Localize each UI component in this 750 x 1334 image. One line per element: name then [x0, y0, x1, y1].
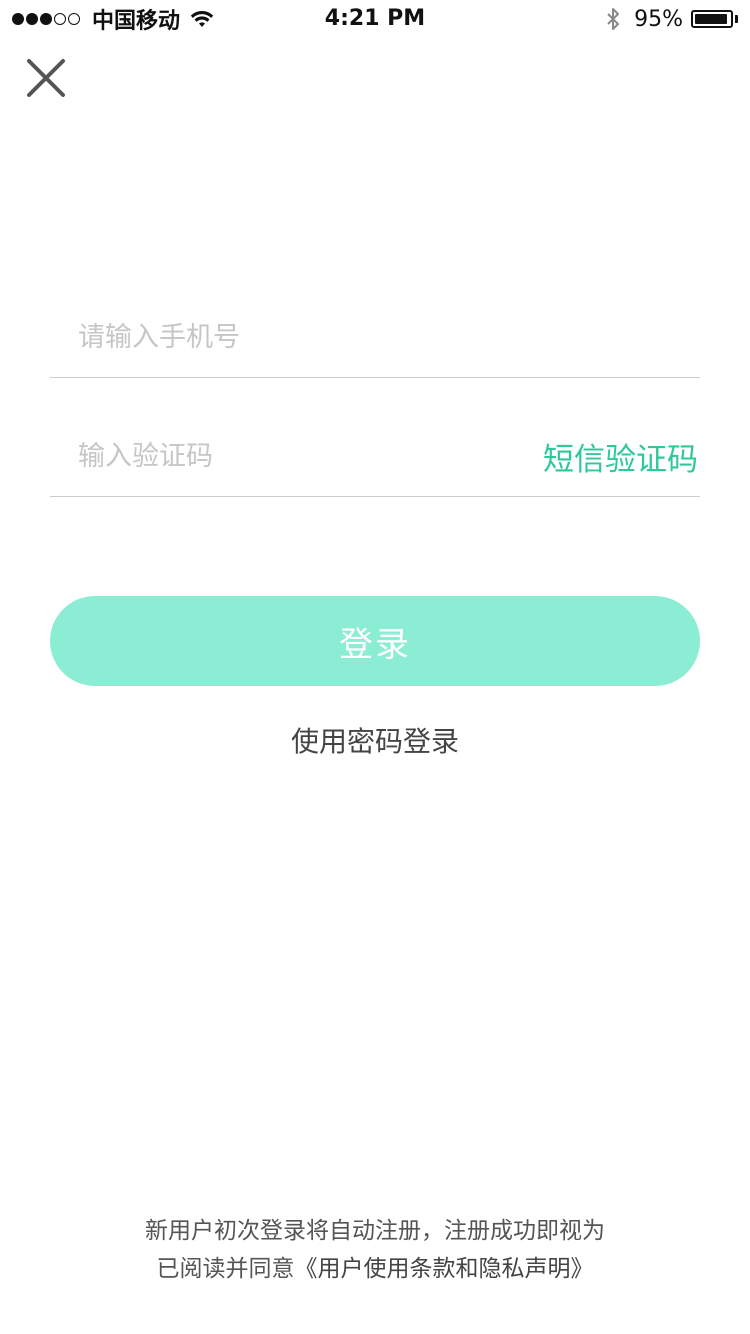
agreement-line-1: 新用户初次登录将自动注册，注册成功即视为: [145, 1218, 605, 1244]
password-login-link[interactable]: 使用密码登录: [0, 720, 750, 760]
battery-percent: 95%: [634, 6, 683, 32]
bluetooth-icon: [607, 8, 620, 30]
phone-field-row: [50, 297, 700, 378]
close-icon: [27, 59, 65, 97]
phone-input[interactable]: [50, 307, 700, 367]
status-bar-right: 95%: [606, 5, 738, 33]
terms-link[interactable]: 《用户使用条款和隐私声明》: [295, 1256, 594, 1282]
login-button[interactable]: 登录: [50, 596, 700, 686]
battery-icon: [691, 10, 733, 28]
battery-fill: [695, 14, 728, 24]
code-field-row: 短信验证码: [50, 416, 700, 497]
agreement-line-2: 已阅读并同意《用户使用条款和隐私声明》: [0, 1250, 750, 1288]
verification-code-input[interactable]: [50, 426, 543, 486]
status-bar: 中国移动 4:21 PM 95%: [0, 0, 750, 40]
get-sms-code-button[interactable]: 短信验证码: [543, 434, 700, 479]
battery-tip: [735, 15, 738, 23]
login-screen: 中国移动 4:21 PM 95% 请输入手机号 输入验证码 短信验证码 登录 使…: [0, 0, 750, 1334]
agreement-prefix: 已阅读并同意: [156, 1256, 295, 1282]
agreement-text: 新用户初次登录将自动注册，注册成功即视为 已阅读并同意《用户使用条款和隐私声明》: [0, 1212, 750, 1288]
close-button[interactable]: [20, 52, 72, 104]
